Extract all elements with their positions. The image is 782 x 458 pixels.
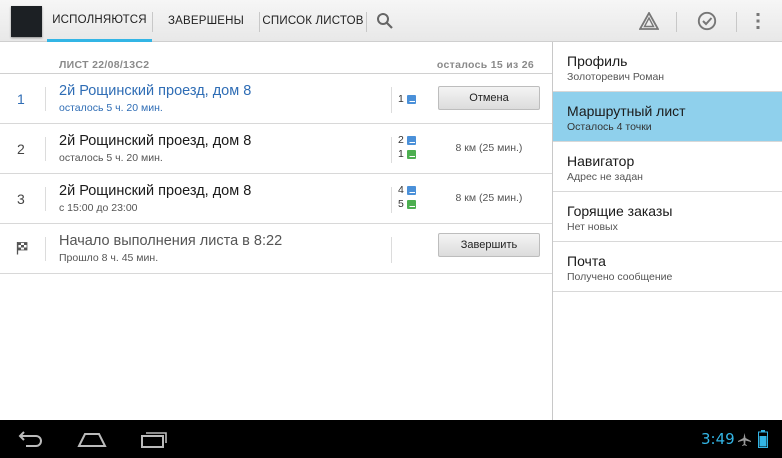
route-point-row[interactable]: 1 2й Рощинский проезд, дом 8 осталось 5 …	[0, 74, 552, 124]
recent-apps-icon	[141, 432, 167, 448]
divider	[45, 137, 46, 161]
confirm-button[interactable]	[690, 0, 724, 42]
pickup-icon	[406, 135, 416, 145]
divider	[391, 237, 392, 263]
tab-in-progress[interactable]: ИСПОЛНЯЮТСЯ	[47, 0, 152, 42]
dropoff-icon	[406, 199, 416, 209]
divider	[45, 87, 46, 111]
action-divider	[736, 12, 737, 32]
tab-completed[interactable]: ЗАВЕРШЕНЫ	[160, 0, 252, 42]
row-address: 2й Рощинский проезд, дом 8	[59, 133, 252, 149]
route-point-row[interactable]: 2 2й Рощинский проезд, дом 8 осталось 5 …	[0, 124, 552, 174]
count-value: 1	[398, 93, 404, 105]
battery-icon	[758, 430, 768, 448]
app-icon[interactable]	[11, 6, 42, 37]
menu-item-subtitle: Получено сообщение	[567, 271, 673, 283]
warning-icon	[639, 12, 659, 30]
divider	[391, 137, 392, 163]
menu-item-title: Навигатор	[567, 153, 635, 169]
row-time-window: с 15:00 до 23:00	[59, 202, 138, 214]
home-icon	[77, 433, 107, 447]
airplane-icon	[738, 433, 751, 446]
menu-item-hot-orders[interactable]: Горящие заказы Нет новых	[553, 192, 782, 242]
back-button[interactable]	[16, 428, 46, 450]
back-icon	[18, 431, 42, 447]
menu-item-profile[interactable]: Профиль Золоторевич Роман	[553, 42, 782, 92]
button-label: Отмена	[469, 92, 509, 104]
route-point-row[interactable]: 3 2й Рощинский проезд, дом 8 с 15:00 до …	[0, 174, 552, 224]
search-button[interactable]	[370, 0, 400, 42]
distance: 8 км (25 мин.)	[455, 192, 523, 204]
pickup-count: 2	[398, 134, 416, 146]
count-value: 2	[398, 134, 404, 146]
divider	[45, 237, 46, 261]
menu-item-route-sheet[interactable]: Маршрутный лист Осталось 4 точки	[553, 92, 782, 142]
warning-button[interactable]	[632, 0, 666, 42]
list-header: ЛИСТ 22/08/13C2 осталось 15 из 26	[0, 42, 552, 74]
tab-divider	[259, 12, 260, 32]
row-address: 2й Рощинский проезд, дом 8	[59, 183, 252, 199]
tab-label: ИСПОЛНЯЮТСЯ	[52, 13, 147, 26]
button-label: Завершить	[460, 239, 518, 251]
divider	[391, 87, 392, 113]
flag-icon	[16, 242, 28, 255]
tab-divider	[152, 12, 153, 32]
tab-sheet-list[interactable]: СПИСОК ЛИСТОВ	[262, 0, 364, 42]
tab-divider	[366, 12, 367, 32]
row-number: 3	[17, 191, 25, 207]
menu-item-title: Маршрутный лист	[567, 103, 686, 119]
dropoff-count: 1	[398, 148, 416, 160]
sheet-start-label: Начало выполнения листа в 8:22	[59, 233, 283, 249]
pickup-count: 4	[398, 184, 416, 196]
count-value: 5	[398, 198, 404, 210]
menu-item-subtitle: Золоторевич Роман	[567, 71, 665, 83]
row-number: 1	[17, 91, 25, 107]
overflow-menu-icon	[756, 13, 760, 29]
home-button[interactable]	[76, 428, 108, 450]
pickup-count: 1	[398, 93, 416, 105]
cancel-button[interactable]: Отмена	[438, 86, 540, 110]
dropoff-icon	[406, 149, 416, 159]
menu-item-title: Почта	[567, 253, 606, 269]
sheet-number: ЛИСТ 22/08/13C2	[59, 59, 150, 71]
checkmark-icon	[697, 11, 717, 31]
pickup-icon	[406, 185, 416, 195]
row-number: 2	[17, 141, 25, 157]
system-nav-bar: 3:49	[0, 420, 782, 458]
elapsed-time: Прошло 8 ч. 45 мин.	[59, 252, 159, 264]
row-time-left: осталось 5 ч. 20 мин.	[59, 102, 163, 114]
status-clock: 3:49	[701, 430, 735, 448]
action-divider	[676, 12, 677, 32]
tab-label: СПИСОК ЛИСТОВ	[262, 15, 364, 27]
side-menu: Профиль Золоторевич Роман Маршрутный лис…	[552, 42, 782, 420]
row-address: 2й Рощинский проезд, дом 8	[59, 83, 252, 99]
tab-label: ЗАВЕРШЕНЫ	[167, 15, 245, 27]
pickup-icon	[406, 94, 416, 104]
overflow-menu-button[interactable]	[748, 0, 768, 42]
divider	[45, 187, 46, 211]
count-value: 1	[398, 148, 404, 160]
dropoff-count: 5	[398, 198, 416, 210]
menu-item-subtitle: Осталось 4 точки	[567, 121, 652, 133]
sheet-start-row: Начало выполнения листа в 8:22 Прошло 8 …	[0, 224, 552, 274]
action-bar: ИСПОЛНЯЮТСЯ ЗАВЕРШЕНЫ СПИСОК ЛИСТОВ	[0, 0, 782, 42]
search-icon	[377, 13, 393, 29]
menu-item-subtitle: Нет новых	[567, 221, 618, 233]
menu-item-title: Профиль	[567, 53, 628, 69]
count-value: 4	[398, 184, 404, 196]
divider	[391, 187, 392, 213]
recent-apps-button[interactable]	[138, 428, 170, 450]
distance: 8 км (25 мин.)	[455, 142, 523, 154]
menu-item-navigator[interactable]: Навигатор Адрес не задан	[553, 142, 782, 192]
finish-button[interactable]: Завершить	[438, 233, 540, 257]
menu-item-mail[interactable]: Почта Получено сообщение	[553, 242, 782, 292]
menu-item-subtitle: Адрес не задан	[567, 171, 643, 183]
row-time-left: осталось 5 ч. 20 мин.	[59, 152, 163, 164]
menu-item-title: Горящие заказы	[567, 203, 673, 219]
remaining-count: осталось 15 из 26	[436, 59, 534, 71]
